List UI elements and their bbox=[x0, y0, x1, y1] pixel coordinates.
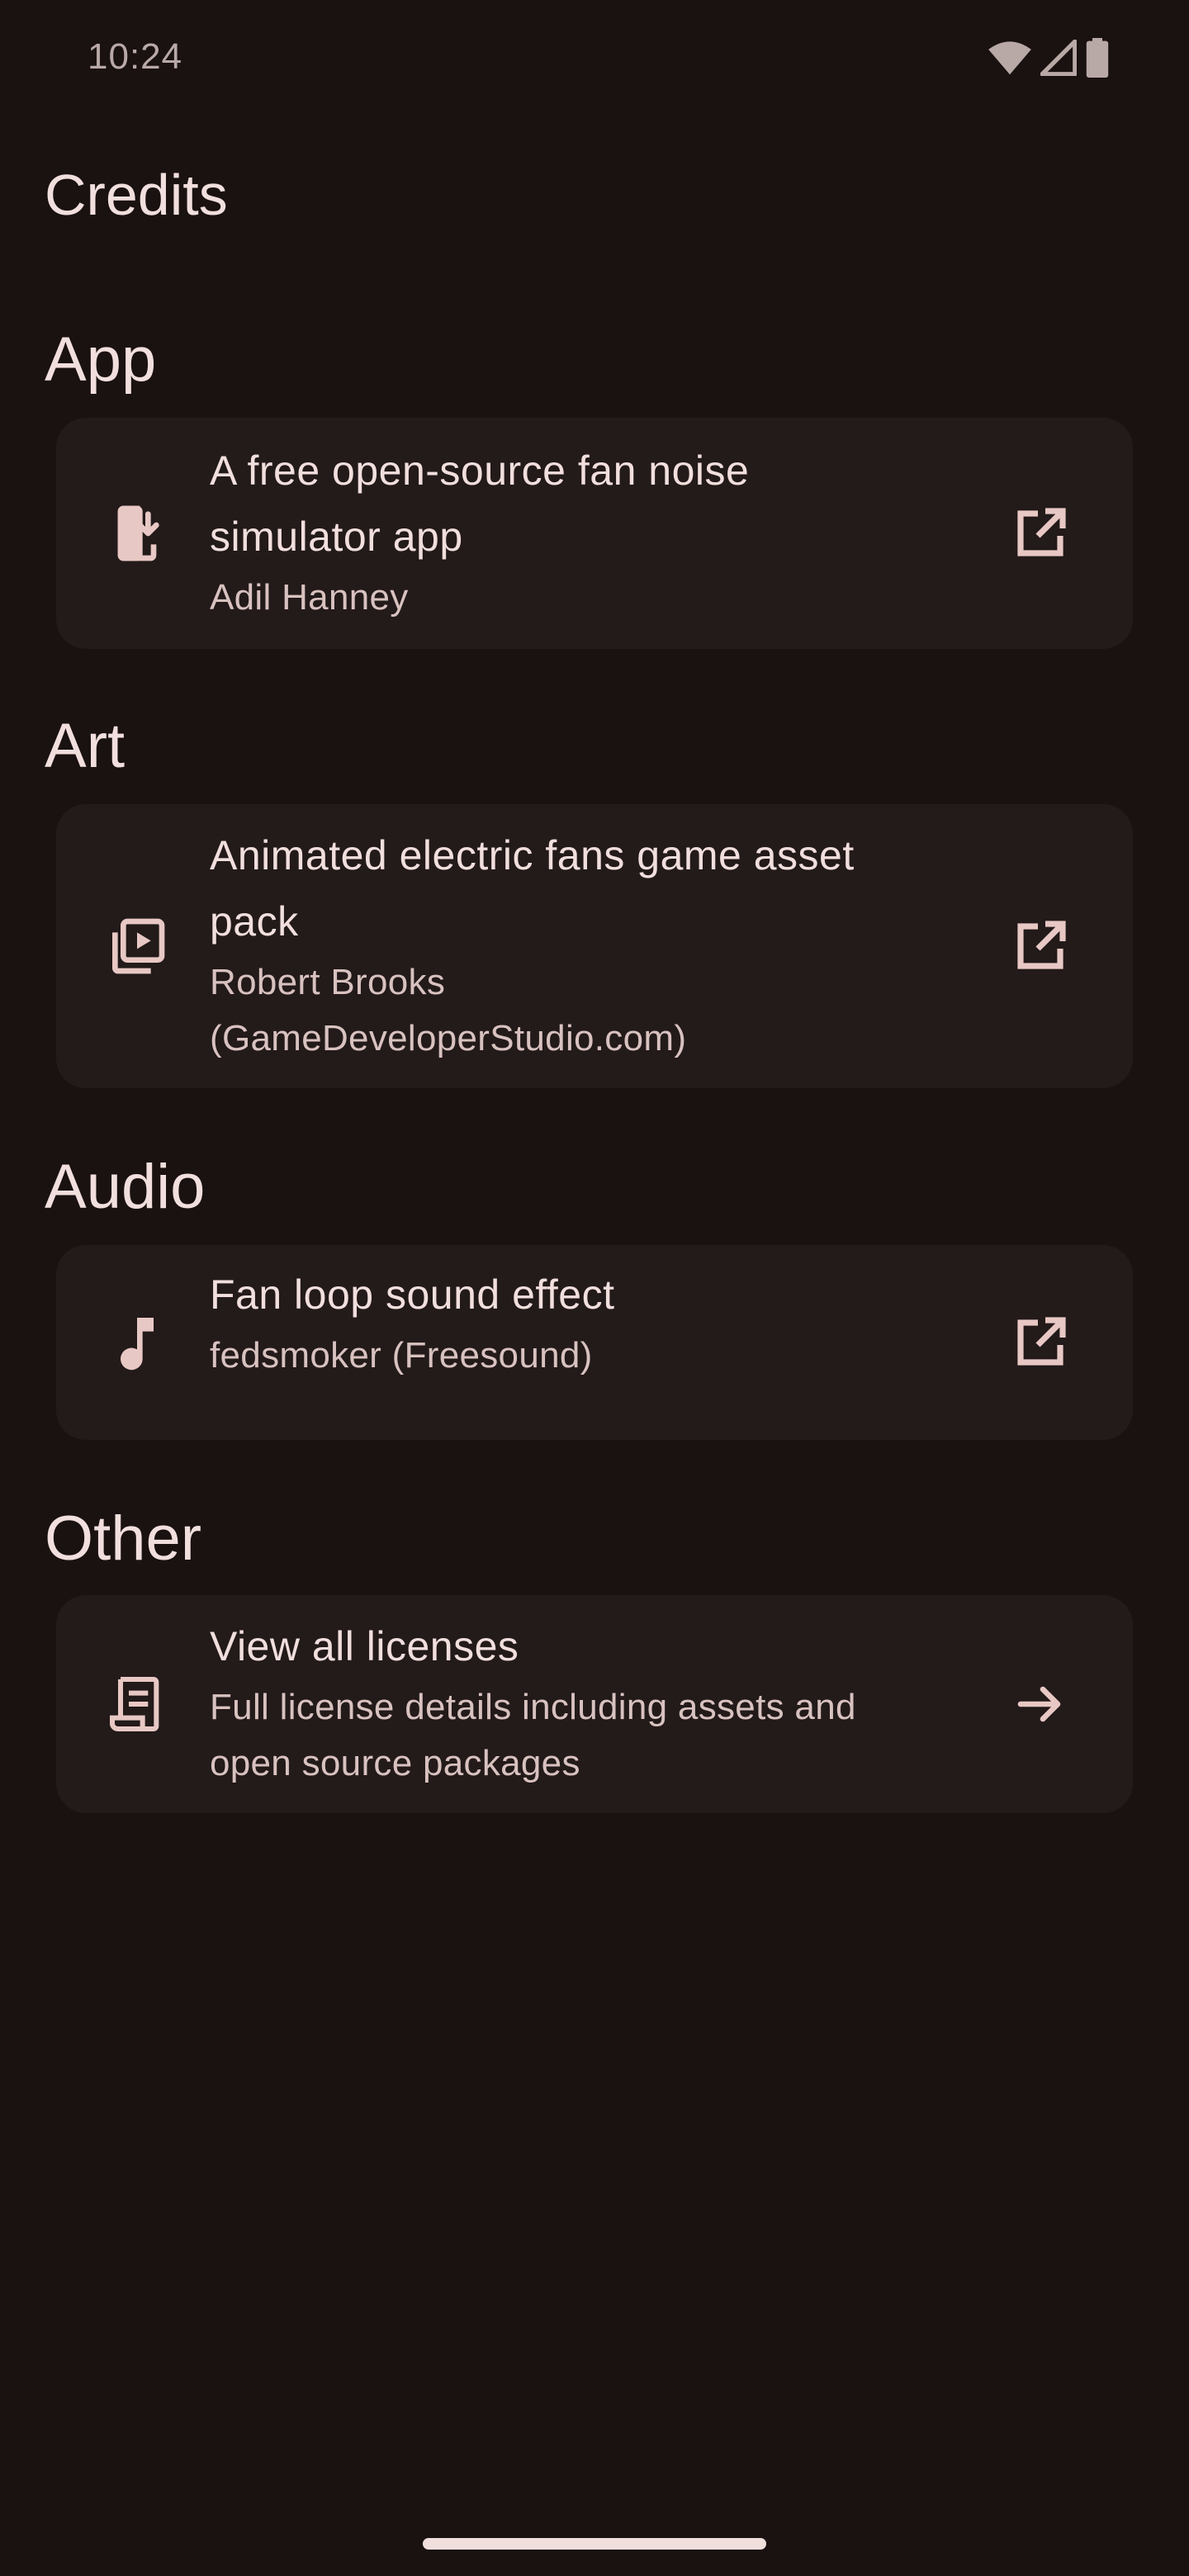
section-heading-art: Art bbox=[45, 711, 126, 781]
video-library-icon bbox=[112, 918, 165, 974]
cellular-signal-icon bbox=[1040, 40, 1077, 76]
card-title-line: View all licenses bbox=[210, 1623, 519, 1669]
card-subtitle-line: Adil Hanney bbox=[210, 577, 409, 618]
battery-icon bbox=[1086, 38, 1109, 78]
card-title-line: Fan loop sound effect bbox=[210, 1271, 615, 1318]
card-subtitle-line: (GameDeveloperStudio.com) bbox=[210, 1018, 687, 1058]
install-mobile-icon bbox=[117, 505, 159, 561]
credit-card-audio[interactable]: Fan loop sound effect fedsmoker (Freesou… bbox=[56, 1245, 1133, 1440]
card-text-audio: Fan loop sound effect fedsmoker (Freesou… bbox=[210, 1262, 1002, 1384]
card-subtitle-line: fedsmoker (Freesound) bbox=[210, 1335, 593, 1376]
page-title: Credits bbox=[45, 163, 228, 227]
card-subtitle-line: Full license details including assets an… bbox=[210, 1687, 856, 1727]
home-indicator[interactable] bbox=[423, 2538, 766, 2550]
view-all-licenses-card[interactable]: View all licenses Full license details i… bbox=[56, 1595, 1133, 1813]
card-text-art: Animated electric fans game asset pack R… bbox=[210, 822, 1002, 1067]
section-heading-other: Other bbox=[45, 1503, 202, 1574]
card-subtitle-line: Robert Brooks bbox=[210, 962, 446, 1002]
section-heading-app: App bbox=[45, 324, 157, 395]
credit-card-app[interactable]: A free open-source fan noise simulator a… bbox=[56, 418, 1133, 649]
card-title-line: A free open-source fan noise bbox=[210, 447, 750, 494]
wifi-icon bbox=[988, 41, 1031, 75]
section-heading-audio: Audio bbox=[45, 1152, 206, 1222]
status-icons bbox=[988, 38, 1110, 78]
card-title-line: simulator app bbox=[210, 514, 463, 560]
arrow-forward-icon[interactable] bbox=[1011, 1674, 1070, 1734]
card-text-other: View all licenses Full license details i… bbox=[210, 1613, 1002, 1792]
status-bar: 10:24 bbox=[0, 0, 1189, 116]
card-subtitle-line: open source packages bbox=[210, 1743, 580, 1783]
card-title-line: Animated electric fans game asset bbox=[210, 832, 855, 878]
status-time: 10:24 bbox=[88, 36, 183, 77]
open-in-new-icon[interactable] bbox=[1011, 504, 1070, 563]
music-note-icon bbox=[121, 1318, 154, 1371]
card-text-app: A free open-source fan noise simulator a… bbox=[210, 438, 1002, 626]
open-in-new-icon[interactable] bbox=[1011, 916, 1070, 976]
license-document-icon bbox=[110, 1677, 159, 1731]
open-in-new-icon[interactable] bbox=[1011, 1313, 1070, 1372]
card-title-line: pack bbox=[210, 898, 299, 945]
credit-card-art[interactable]: Animated electric fans game asset pack R… bbox=[56, 804, 1133, 1088]
